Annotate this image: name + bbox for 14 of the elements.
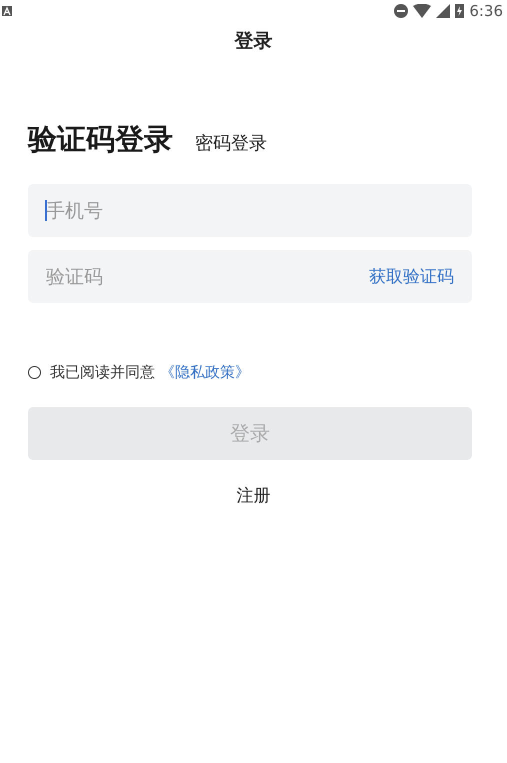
page-title: 登录 (234, 30, 272, 52)
login-tab[interactable]: 验证码登录 (28, 120, 173, 160)
agree-radio[interactable] (28, 366, 41, 379)
get-code-link[interactable]: 获取验证码 (369, 265, 454, 288)
do-not-disturb-icon (394, 4, 408, 18)
wifi-icon (413, 4, 432, 18)
privacy-policy-link[interactable]: 《隐私政策》 (160, 363, 250, 381)
clock: 6:36 (469, 2, 503, 20)
login-tab[interactable]: 密码登录 (195, 131, 267, 155)
battery-icon (455, 4, 464, 18)
signal-icon (436, 4, 450, 18)
register-link[interactable]: 注册 (236, 486, 270, 506)
agreement-text: 我已阅读并同意 《隐私政策》 (50, 363, 250, 382)
input-field[interactable]: 手机号 (28, 184, 472, 237)
